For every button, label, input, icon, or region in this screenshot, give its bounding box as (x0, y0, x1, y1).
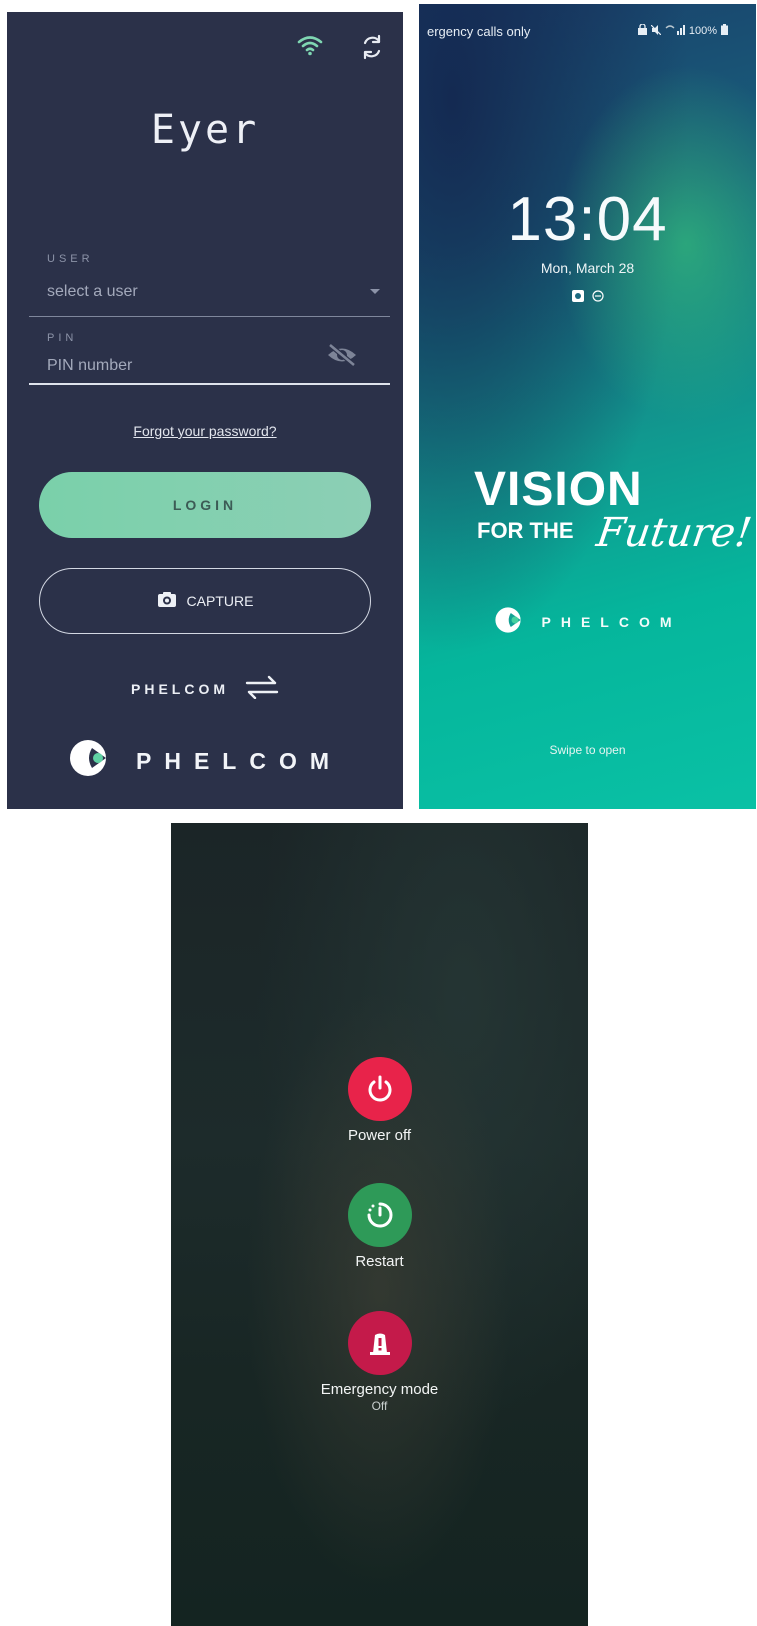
phelcom-logo-icon (494, 606, 522, 637)
emergency-mode-status: Off (371, 1399, 388, 1413)
wifi-signal-icon (665, 24, 685, 38)
swipe-hint: Swipe to open (549, 743, 626, 757)
slogan-vision: VISION (474, 463, 643, 516)
eye-off-icon[interactable] (325, 342, 359, 373)
top-icons (297, 34, 385, 60)
battery-icon (721, 24, 728, 38)
app-title: Eyer (150, 107, 260, 153)
user-select[interactable]: select a user (47, 283, 138, 301)
app-notification-icon (571, 289, 584, 307)
wifi-icon[interactable] (297, 34, 323, 60)
swap-icon (245, 675, 279, 702)
switch-company[interactable]: PHELCOM (7, 675, 403, 702)
user-field-label: USER (47, 253, 94, 265)
restart-label: Restart (355, 1253, 404, 1270)
pin-field-underline (29, 383, 390, 385)
brand-footer: PHELCOM (7, 738, 403, 784)
login-button[interactable]: LOGIN (39, 472, 371, 538)
battery-level: 100% (688, 25, 717, 37)
slogan-for-the: FOR THE (477, 518, 574, 543)
pin-field-label: PIN (47, 332, 78, 344)
forgot-password-link[interactable]: Forgot your password? (7, 423, 403, 439)
power-menu-screen: Power off Restart Emergency mode Off (171, 823, 588, 1626)
chevron-down-icon[interactable] (370, 289, 380, 294)
pin-input[interactable]: PIN number (47, 357, 132, 375)
slogan-future: Future! (593, 510, 755, 556)
user-field-underline (29, 316, 390, 317)
lock-date: Mon, March 28 (540, 260, 635, 276)
switch-brand-label: PHELCOM (131, 680, 229, 697)
status-carrier-text: ergency calls only (427, 24, 531, 39)
login-screen: Eyer USER select a user PIN PIN number F… (7, 12, 403, 809)
emergency-icon[interactable] (347, 1311, 412, 1375)
do-not-disturb-icon (591, 289, 604, 307)
restart-icon[interactable] (347, 1183, 412, 1247)
lock-brand-name: PHELCOM (541, 613, 682, 630)
mute-icon (650, 24, 662, 38)
phelcom-logo-icon (68, 738, 108, 784)
emergency-mode-option[interactable]: Emergency mode Off (171, 1311, 588, 1413)
camera-icon (157, 591, 177, 611)
power-icon[interactable] (347, 1057, 412, 1121)
power-off-option[interactable]: Power off (171, 1057, 588, 1144)
sync-icon[interactable] (359, 34, 385, 60)
emergency-mode-label: Emergency mode (320, 1381, 439, 1398)
brand-name: PHELCOM (136, 747, 342, 774)
status-icons: 100% (637, 23, 728, 38)
capture-button[interactable]: CAPTURE (39, 568, 371, 634)
lock-brand: PHELCOM (419, 606, 756, 637)
lock-notification-icons (419, 289, 756, 307)
capture-button-label: CAPTURE (186, 593, 254, 609)
power-off-label: Power off (347, 1127, 412, 1144)
lock-icon (637, 23, 647, 38)
lock-screen[interactable]: ergency calls only 100% 13:04 Mon, March… (419, 4, 756, 809)
lock-clock: 13:04 (507, 185, 668, 254)
restart-option[interactable]: Restart (171, 1183, 588, 1270)
